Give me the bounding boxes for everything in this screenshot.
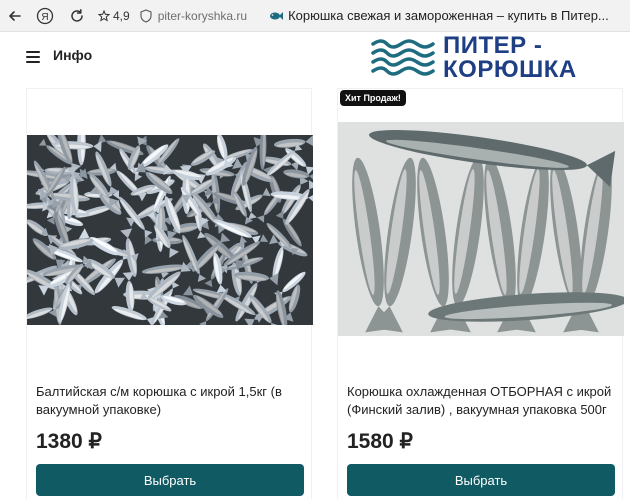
product-price: 1380 ₽ [36,430,102,453]
product-card[interactable]: Корюшка охлажденная ОТБОРНАЯ с икрой (Фи… [337,88,624,499]
address-bar-url[interactable]: piter-koryshka.ru [158,9,247,23]
select-button[interactable]: Выбрать [36,464,304,496]
logo-wordmark: ПИТЕР - КОРЮШКА [443,34,577,82]
protect-shield-icon[interactable] [140,8,152,23]
fish-favicon-icon [270,11,284,20]
site-header: Инфо ПИТЕР - КОРЮШКА [0,33,630,85]
logo-line-2: КОРЮШКА [443,56,577,83]
hamburger-menu-icon[interactable] [26,51,40,63]
browser-toolbar: Я 4,9 piter-koryshka.ru Корюшка свежая и… [0,0,630,32]
product-title[interactable]: Балтийская с/м корюшка с икрой 1,5кг (в … [36,383,304,419]
product-image[interactable] [338,122,624,336]
tab-title: Корюшка свежая и замороженная – купить в… [288,8,609,23]
product-card[interactable]: Балтийская с/м корюшка с икрой 1,5кг (в … [26,88,313,499]
site-logo[interactable]: ПИТЕР - КОРЮШКА [371,34,591,82]
select-button[interactable]: Выбрать [347,464,615,496]
info-menu-label[interactable]: Инфо [53,47,92,63]
bestseller-badge: Хит Продаж! [340,90,406,106]
star-icon [98,9,110,22]
product-price: 1580 ₽ [347,430,413,453]
rating-value: 4,9 [113,8,130,23]
yandex-icon[interactable]: Я [34,5,56,27]
reload-icon[interactable] [66,5,88,27]
product-image[interactable] [27,135,313,325]
svg-text:Я: Я [41,12,48,23]
logo-line-1: ПИТЕР - [443,32,543,59]
waves-logo-icon [371,39,435,76]
tab-active[interactable]: Корюшка свежая и замороженная – купить в… [269,8,609,23]
back-arrow-icon[interactable] [4,5,26,27]
product-title[interactable]: Корюшка охлажденная ОТБОРНАЯ с икрой (Фи… [347,383,615,419]
site-rating[interactable]: 4,9 [98,9,130,23]
